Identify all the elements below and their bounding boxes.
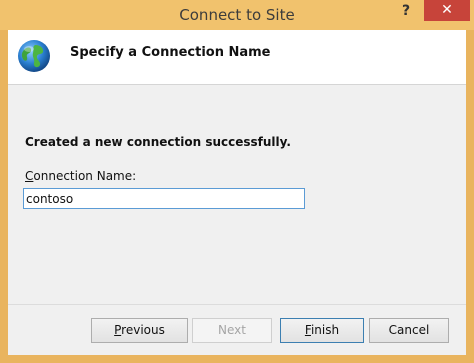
globe-icon [18, 40, 50, 72]
dialog-body: Specify a Connection Name Created a new … [8, 30, 466, 355]
previous-label: revious [121, 323, 165, 337]
page-title: Specify a Connection Name [70, 45, 271, 60]
dialog-window: Connect to Site ? ✕ Specify a Connection… [0, 0, 474, 363]
connection-name-input[interactable] [23, 188, 305, 209]
title-bar[interactable]: Connect to Site ? ✕ [0, 0, 474, 30]
footer-divider [8, 304, 466, 305]
wizard-header: Specify a Connection Name [8, 30, 466, 85]
help-button[interactable]: ? [388, 0, 424, 22]
cancel-button[interactable]: Cancel [369, 318, 449, 343]
status-message: Created a new connection successfully. [25, 135, 291, 149]
next-button[interactable]: Next [192, 318, 272, 343]
previous-button[interactable]: Previous [91, 318, 188, 343]
finish-button[interactable]: Finish [280, 318, 364, 343]
close-icon: ✕ [441, 2, 453, 18]
connection-name-label: Connection Name: [25, 169, 136, 183]
close-button[interactable]: ✕ [424, 0, 470, 21]
label-text: onnection Name: [33, 169, 137, 183]
finish-label: inish [310, 323, 340, 337]
